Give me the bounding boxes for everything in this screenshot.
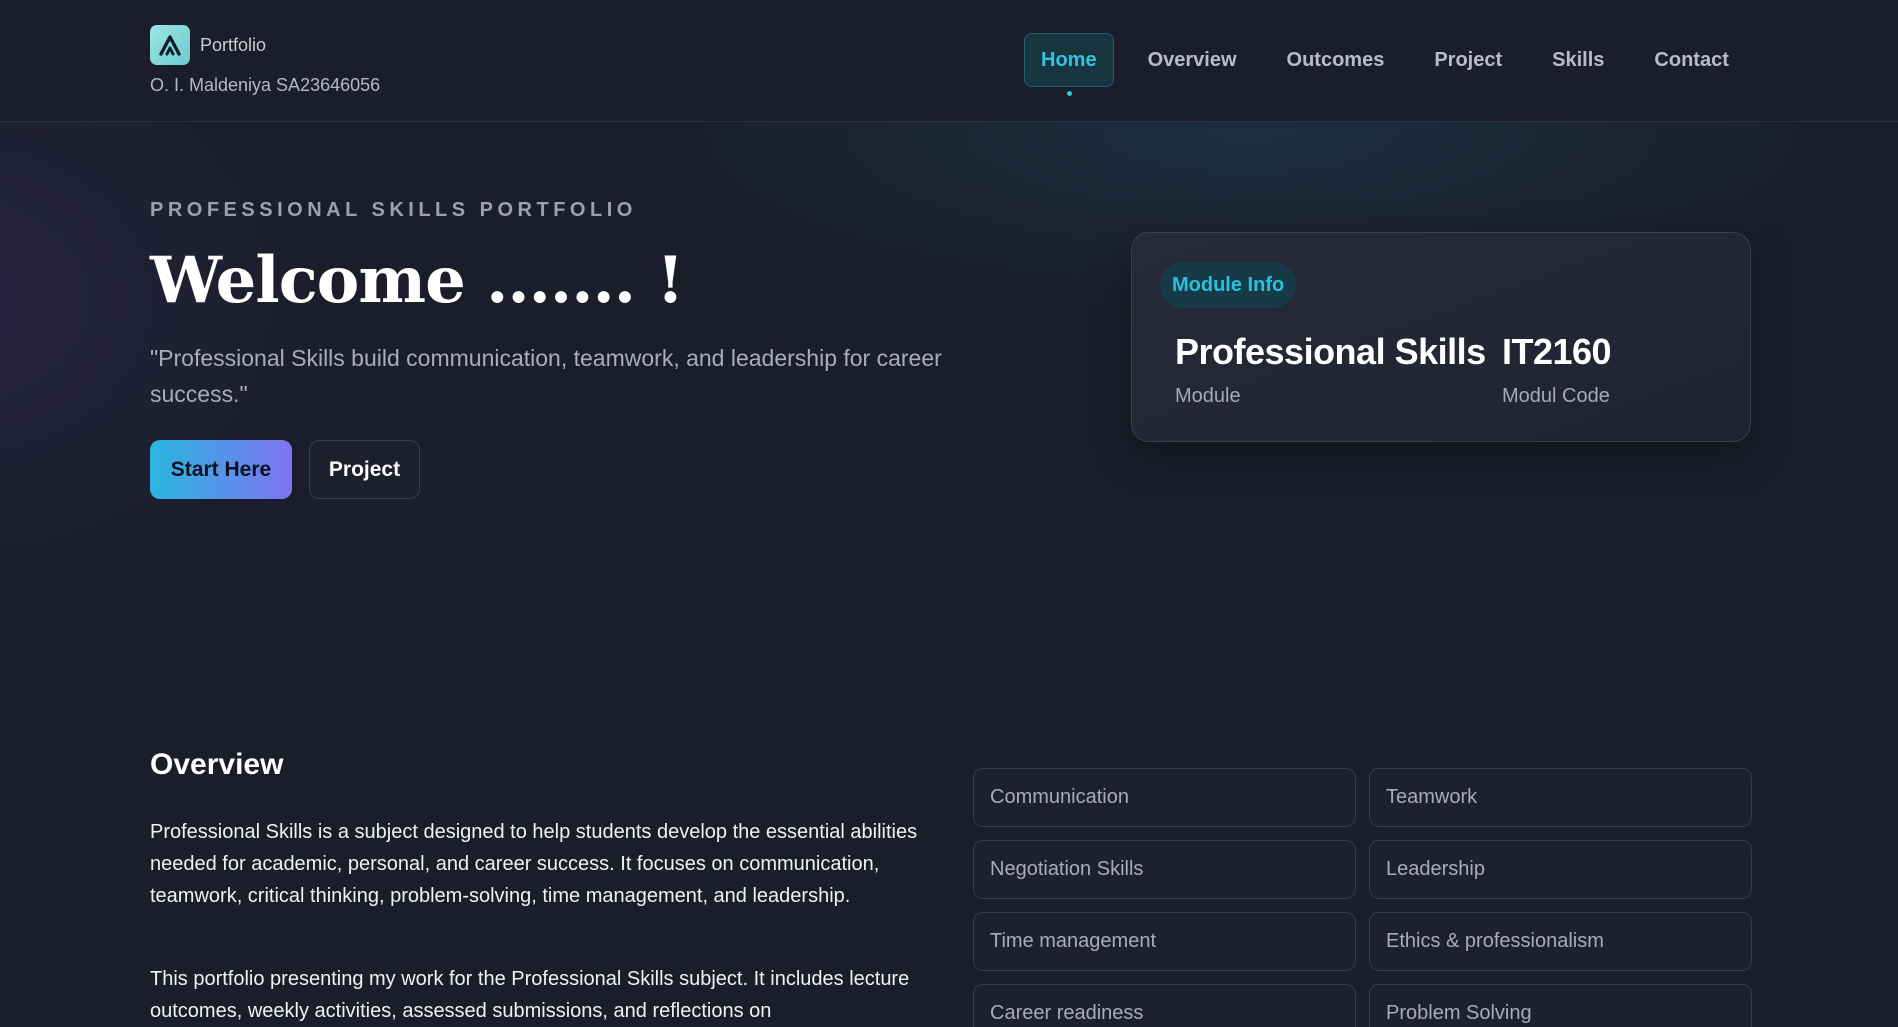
overview-paragraph: Professional Skills is a subject designe… [150, 821, 918, 907]
overview-title: Overview [150, 748, 284, 781]
module-code-label: Modul Code [1502, 385, 1610, 407]
skill-chip: Teamwork [1369, 768, 1752, 827]
hero-quote: "Professional Skills build communication… [150, 345, 942, 407]
skills-grid: Communication Teamwork Negotiation Skill… [973, 768, 1752, 1027]
overview-paragraph: This portfolio presenting my work for th… [150, 968, 910, 1022]
start-here-button[interactable]: Start Here [150, 440, 292, 499]
module-code: IT2160 [1502, 331, 1612, 372]
nav-overview[interactable]: Overview [1132, 33, 1253, 87]
nav-skills[interactable]: Skills [1536, 33, 1620, 87]
skill-chip: Career readiness [973, 984, 1356, 1027]
skill-chip: Leadership [1369, 840, 1752, 899]
nav-home[interactable]: Home [1024, 33, 1114, 96]
brand[interactable]: Portfolio O. I. Maldeniya SA23646056 [150, 25, 380, 96]
top-navbar: Portfolio O. I. Maldeniya SA23646056 Hom… [0, 0, 1898, 122]
main-nav: Home Overview Outcomes Project Skills Co… [1024, 33, 1763, 96]
nav-contact[interactable]: Contact [1638, 33, 1744, 87]
brand-subtitle: O. I. Maldeniya SA23646056 [150, 75, 381, 95]
nav-project[interactable]: Project [1418, 33, 1518, 87]
nav-outcomes[interactable]: Outcomes [1271, 33, 1401, 87]
hero-eyebrow: PROFESSIONAL SKILLS PORTFOLIO [150, 199, 637, 221]
module-name: Professional Skills [1175, 331, 1486, 372]
project-button[interactable]: Project [309, 440, 420, 499]
module-info-badge: Module Info [1160, 262, 1297, 308]
skill-chip: Negotiation Skills [973, 840, 1356, 899]
brand-row: Portfolio [150, 25, 380, 65]
hero-title: Welcome ....... ! [150, 243, 684, 318]
skill-chip: Problem Solving [1369, 984, 1752, 1027]
module-info-card: Module Info Professional Skills IT2160 M… [1131, 232, 1751, 442]
skill-chip: Communication [973, 768, 1356, 827]
mountain-a-icon [150, 25, 190, 65]
brand-title: Portfolio [200, 34, 267, 55]
page: Portfolio O. I. Maldeniya SA23646056 Hom… [0, 0, 1898, 1027]
skill-chip: Time management [973, 912, 1356, 971]
module-name-label: Module [1175, 385, 1241, 407]
skill-chip: Ethics & professionalism [1369, 912, 1752, 971]
